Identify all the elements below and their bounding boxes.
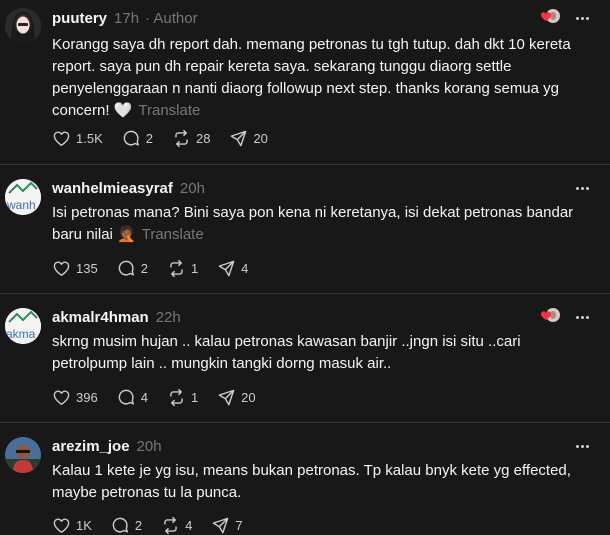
share-button[interactable]: 20: [217, 388, 256, 407]
reply-button[interactable]: 4: [117, 388, 148, 407]
share-button[interactable]: 4: [217, 259, 248, 278]
comment-icon: [112, 517, 128, 533]
like-button[interactable]: 135: [52, 259, 98, 278]
post-card: puutery 17h · Author Korangg saya dh rep…: [0, 0, 610, 164]
reply-count: 2: [145, 130, 153, 146]
post-text: skrng musim hujan .. kalau petronas kawa…: [52, 331, 582, 375]
share-count: 20: [253, 130, 268, 146]
repost-count: 4: [185, 517, 193, 533]
username[interactable]: akmalr4hman: [52, 309, 149, 326]
repost-button[interactable]: 28: [172, 129, 210, 148]
like-count: 396: [76, 389, 98, 405]
reply-button[interactable]: 2: [122, 129, 153, 148]
post-header: akmalr4hman 22h: [52, 306, 181, 328]
heart-icon: [53, 130, 70, 146]
like-button[interactable]: 1.5K: [52, 129, 103, 148]
author-liked-badge: [538, 6, 560, 28]
avatar-image: [5, 437, 41, 473]
avatar[interactable]: [5, 8, 41, 44]
heart-icon: [53, 389, 70, 405]
post-actions: 1.5K 2 28 20: [52, 128, 287, 148]
author-liked-badge: [538, 305, 560, 327]
repost-icon: [170, 388, 183, 406]
svg-text:wanh: wanh: [6, 198, 36, 212]
like-count: 135: [76, 260, 98, 276]
send-icon: [218, 389, 235, 405]
send-icon: [213, 517, 229, 533]
share-button[interactable]: 7: [211, 516, 243, 535]
post-text: Isi petronas mana? Bini saya pon kena ni…: [52, 202, 582, 246]
more-icon[interactable]: [572, 7, 592, 29]
heart-icon: [53, 260, 70, 276]
heart-icon: [53, 517, 70, 533]
repost-count: 1: [190, 260, 199, 276]
reply-count: 2: [134, 517, 143, 533]
timestamp[interactable]: 20h: [180, 180, 205, 197]
svg-text:akma: akma: [6, 327, 36, 341]
comment-icon: [118, 260, 134, 276]
repost-button[interactable]: 1: [167, 388, 198, 407]
share-button[interactable]: 20: [229, 129, 268, 148]
like-count: 1.5K: [76, 130, 103, 146]
share-count: 20: [241, 389, 256, 405]
avatar-image: wanh: [5, 179, 41, 215]
repost-button[interactable]: 4: [161, 516, 192, 535]
post-card: akma akmalr4hman 22h skrng musim hujan .…: [0, 294, 610, 422]
reply-button[interactable]: 2: [111, 516, 142, 535]
reply-count: 2: [140, 260, 148, 276]
post-text-content: skrng musim hujan .. kalau petronas kawa…: [52, 333, 521, 372]
post-header: arezim_joe 20h: [52, 435, 162, 457]
repost-count: 28: [195, 130, 211, 146]
avatar[interactable]: [5, 437, 41, 473]
post-text: Korangg saya dh report dah. memang petro…: [52, 34, 582, 122]
username[interactable]: puutery: [52, 10, 107, 27]
avatar-image: akma: [5, 308, 41, 344]
send-icon: [231, 130, 247, 146]
timestamp[interactable]: 17h: [114, 10, 139, 27]
username[interactable]: wanhelmieasyraf: [52, 180, 173, 197]
comment-icon: [123, 130, 139, 146]
username[interactable]: arezim_joe: [52, 438, 130, 455]
repost-icon: [175, 129, 188, 147]
comment-icon: [118, 389, 134, 405]
translate-link[interactable]: Translate: [142, 226, 204, 243]
timestamp[interactable]: 20h: [137, 438, 162, 455]
share-count: 4: [241, 260, 249, 276]
avatar-image: [5, 8, 41, 44]
reply-count: 4: [140, 389, 148, 405]
post-actions: 396 4 1 20: [52, 387, 275, 407]
post-text: Kalau 1 kete je yg isu, means bukan petr…: [52, 460, 582, 504]
more-icon[interactable]: [572, 435, 592, 457]
more-icon[interactable]: [572, 306, 592, 328]
post-text-content: Korangg saya dh report dah. memang petro…: [52, 36, 571, 119]
like-button[interactable]: 396: [52, 388, 98, 407]
like-count: 1K: [76, 517, 92, 533]
post-card: wanh wanhelmieasyraf 20h Isi petronas ma…: [0, 165, 610, 293]
avatar[interactable]: akma: [5, 308, 41, 344]
share-count: 7: [235, 517, 243, 533]
repost-icon: [170, 259, 183, 277]
post-header: wanhelmieasyraf 20h: [52, 177, 205, 199]
post-actions: 135 2 1 4: [52, 258, 267, 278]
avatar[interactable]: wanh: [5, 179, 41, 215]
post-card: arezim_joe 20h Kalau 1 kete je yg isu, m…: [0, 423, 610, 535]
author-badge: · Author: [145, 9, 198, 27]
post-text-content: Kalau 1 kete je yg isu, means bukan petr…: [52, 462, 571, 501]
more-icon[interactable]: [572, 177, 592, 199]
like-button[interactable]: 1K: [52, 516, 92, 535]
repost-icon: [164, 516, 177, 534]
post-actions: 1K 2 4 7: [52, 515, 262, 535]
post-header: puutery 17h · Author: [52, 7, 198, 29]
repost-button[interactable]: 1: [167, 259, 198, 278]
repost-count: 1: [190, 389, 199, 405]
reply-button[interactable]: 2: [117, 259, 148, 278]
timestamp[interactable]: 22h: [156, 309, 181, 326]
send-icon: [218, 260, 235, 276]
translate-link[interactable]: Translate: [138, 102, 200, 119]
post-text-content: Isi petronas mana? Bini saya pon kena ni…: [52, 204, 574, 243]
